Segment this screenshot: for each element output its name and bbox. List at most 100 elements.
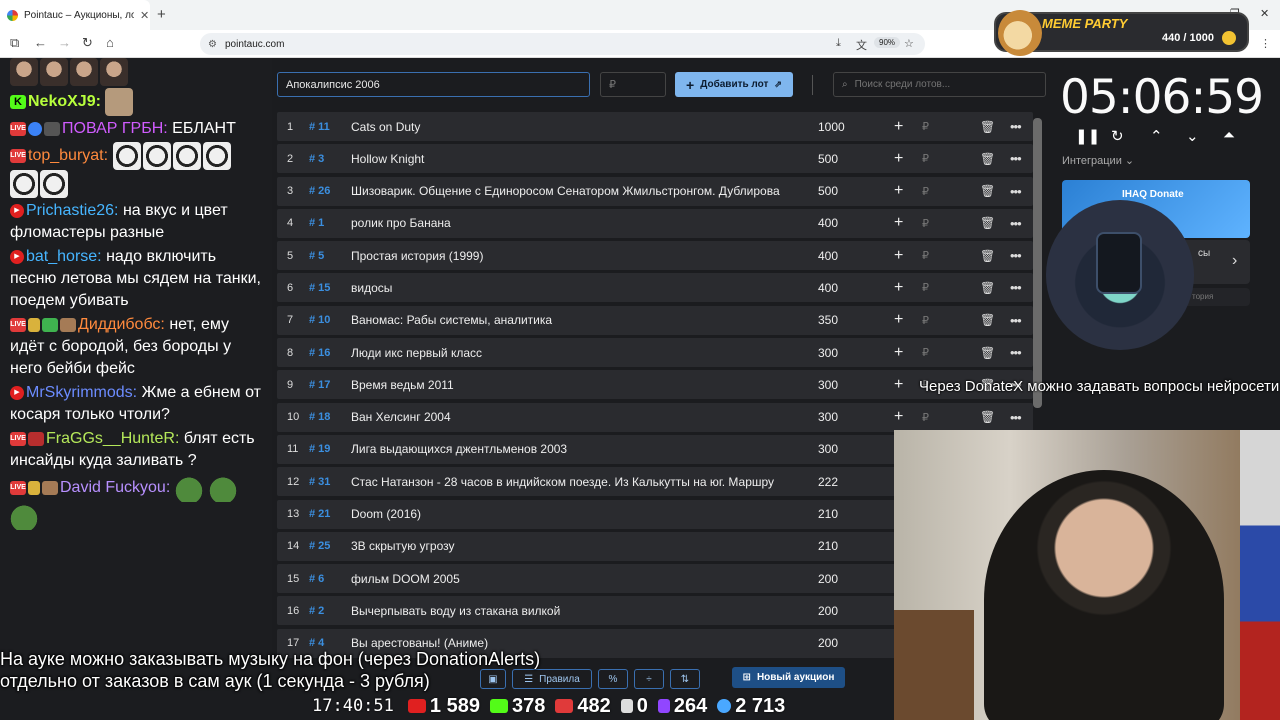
lot-name[interactable]: Ван Хелсинг 2004 bbox=[351, 410, 803, 424]
more-options-icon[interactable]: ••• bbox=[1010, 313, 1022, 328]
lot-amount[interactable]: 400 bbox=[818, 249, 838, 263]
pause-icon[interactable]: ❚❚ bbox=[1075, 127, 1100, 145]
trash-icon[interactable]: 🗑 bbox=[980, 216, 995, 230]
back-icon[interactable]: ← bbox=[34, 35, 47, 50]
lot-id[interactable]: # 18 bbox=[309, 411, 330, 423]
trash-icon[interactable]: 🗑 bbox=[980, 346, 995, 360]
lot-name[interactable]: фильм DOOM 2005 bbox=[351, 572, 803, 586]
lot-amount[interactable]: 200 bbox=[818, 636, 838, 650]
site-info-icon[interactable]: ⚙ bbox=[208, 39, 217, 50]
lot-name[interactable]: Вычерпывать воду из стакана вилкой bbox=[351, 604, 803, 618]
lot-name[interactable]: Лига выдающихся джентльменов 2003 bbox=[351, 442, 803, 456]
lot-name[interactable]: Doom (2016) bbox=[351, 507, 803, 521]
lot-name[interactable]: Стас Натанзон - 28 часов в индийском пое… bbox=[351, 475, 803, 489]
url-bar[interactable]: ⚙ pointauc.com bbox=[200, 33, 925, 55]
lot-amount[interactable]: 500 bbox=[818, 152, 838, 166]
lot-id[interactable]: # 5 bbox=[309, 250, 324, 262]
currency-label[interactable]: ₽ bbox=[922, 120, 929, 133]
currency-label[interactable]: ₽ bbox=[922, 249, 929, 262]
lot-row[interactable]: 5 # 5 Простая история (1999) 400 + ₽ 🗑 ••• bbox=[277, 241, 1033, 271]
more-options-icon[interactable]: ••• bbox=[1010, 184, 1022, 199]
auction-title-input[interactable] bbox=[277, 72, 590, 97]
scrollbar[interactable] bbox=[1033, 118, 1042, 408]
lot-search-box[interactable]: ⌕ bbox=[833, 72, 1046, 97]
translate-icon[interactable]: 文 bbox=[856, 37, 867, 53]
lot-name[interactable]: Простая история (1999) bbox=[351, 249, 803, 263]
close-tab-icon[interactable]: ✕ bbox=[140, 9, 149, 22]
lot-amount[interactable]: 210 bbox=[818, 507, 838, 521]
add-amount-icon[interactable]: + bbox=[894, 408, 903, 426]
lot-row[interactable]: 4 # 1 ролик про Банана 400 + ₽ 🗑 ••• bbox=[277, 208, 1033, 238]
lot-row[interactable]: 6 # 15 видосы 400 + ₽ 🗑 ••• bbox=[277, 273, 1033, 303]
add-lot-button[interactable]: + Добавить лот ⇗ bbox=[675, 72, 793, 97]
lot-amount[interactable]: 400 bbox=[818, 216, 838, 230]
lot-name[interactable]: Hollow Knight bbox=[351, 152, 803, 166]
percent-button[interactable]: % bbox=[598, 669, 628, 689]
lot-name[interactable]: ролик про Банана bbox=[351, 216, 803, 230]
more-options-icon[interactable]: ••• bbox=[1010, 151, 1022, 166]
menu-icon[interactable]: ⋮ bbox=[1260, 37, 1271, 50]
add-amount-icon[interactable]: + bbox=[894, 247, 903, 265]
download-icon[interactable]: ⤓ bbox=[836, 37, 841, 50]
lot-amount[interactable]: 200 bbox=[818, 604, 838, 618]
lot-amount[interactable]: 210 bbox=[818, 539, 838, 553]
lot-amount[interactable]: 222 bbox=[818, 475, 838, 489]
lot-id[interactable]: # 6 bbox=[309, 573, 324, 585]
chevron-up-icon[interactable]: ⌃ bbox=[1150, 127, 1163, 145]
lot-id[interactable]: # 2 bbox=[309, 605, 324, 617]
trash-icon[interactable]: 🗑 bbox=[980, 152, 995, 166]
trash-icon[interactable]: 🗑 bbox=[980, 249, 995, 263]
more-options-icon[interactable]: ••• bbox=[1010, 410, 1022, 425]
lot-id[interactable]: # 31 bbox=[309, 476, 330, 488]
bookmark-star-icon[interactable]: ☆ bbox=[904, 37, 914, 50]
add-amount-icon[interactable]: + bbox=[894, 150, 903, 168]
more-options-icon[interactable]: ••• bbox=[1010, 345, 1022, 360]
reload-icon[interactable]: ↻ bbox=[82, 35, 93, 51]
collapse-up-icon[interactable]: ⏶ bbox=[1223, 127, 1235, 144]
divide-button[interactable]: ÷ bbox=[634, 669, 664, 689]
lot-search-input[interactable] bbox=[854, 79, 1035, 90]
lot-id[interactable]: # 17 bbox=[309, 379, 330, 391]
lot-row[interactable]: 10 # 18 Ван Хелсинг 2004 300 + ₽ 🗑 ••• bbox=[277, 402, 1033, 432]
lot-amount[interactable]: 300 bbox=[818, 378, 838, 392]
lot-amount[interactable]: 500 bbox=[818, 184, 838, 198]
add-amount-icon[interactable]: + bbox=[894, 311, 903, 329]
new-tab-icon[interactable]: + bbox=[157, 6, 166, 23]
zoom-level[interactable]: 90% bbox=[874, 37, 901, 48]
add-amount-icon[interactable]: + bbox=[894, 344, 903, 362]
chevron-down-icon[interactable]: ⌄ bbox=[1186, 127, 1199, 145]
lot-id[interactable]: # 21 bbox=[309, 508, 330, 520]
new-auction-button[interactable]: ⊞ Новый аукцион bbox=[732, 667, 845, 688]
home-icon[interactable]: ⌂ bbox=[106, 35, 114, 50]
lot-amount[interactable]: 1000 bbox=[818, 120, 845, 134]
currency-label[interactable]: ₽ bbox=[922, 281, 929, 294]
lot-id[interactable]: # 16 bbox=[309, 347, 330, 359]
add-amount-icon[interactable]: + bbox=[894, 118, 903, 136]
lot-name[interactable]: видосы bbox=[351, 281, 803, 295]
lot-name[interactable]: Время ведьм 2011 bbox=[351, 378, 803, 392]
trash-icon[interactable]: 🗑 bbox=[980, 281, 995, 295]
lot-amount-input[interactable] bbox=[600, 72, 666, 97]
lot-name[interactable]: Люди икс первый класс bbox=[351, 346, 803, 360]
lot-amount[interactable]: 300 bbox=[818, 442, 838, 456]
lot-amount[interactable]: 200 bbox=[818, 572, 838, 586]
trash-icon[interactable]: 🗑 bbox=[980, 410, 995, 424]
currency-label[interactable]: ₽ bbox=[922, 217, 929, 230]
add-amount-icon[interactable]: + bbox=[894, 376, 903, 394]
lot-amount[interactable]: 400 bbox=[818, 281, 838, 295]
lot-id[interactable]: # 15 bbox=[309, 282, 330, 294]
currency-label[interactable]: ₽ bbox=[922, 314, 929, 327]
lot-row[interactable]: 8 # 16 Люди икс первый класс 300 + ₽ 🗑 ••• bbox=[277, 338, 1033, 368]
more-options-icon[interactable]: ••• bbox=[1010, 119, 1022, 134]
sidebar-icon[interactable]: ⧉ bbox=[10, 35, 19, 51]
lot-id[interactable]: # 1 bbox=[309, 217, 324, 229]
currency-label[interactable]: ₽ bbox=[922, 152, 929, 165]
trash-icon[interactable]: 🗑 bbox=[980, 184, 995, 198]
forward-icon[interactable]: → bbox=[58, 35, 71, 50]
reset-icon[interactable]: ↻ bbox=[1111, 127, 1124, 145]
lot-id[interactable]: # 3 bbox=[309, 153, 324, 165]
more-options-icon[interactable]: ••• bbox=[1010, 216, 1022, 231]
trash-icon[interactable]: 🗑 bbox=[980, 120, 995, 134]
lot-amount[interactable]: 350 bbox=[818, 313, 838, 327]
add-amount-icon[interactable]: + bbox=[894, 214, 903, 232]
